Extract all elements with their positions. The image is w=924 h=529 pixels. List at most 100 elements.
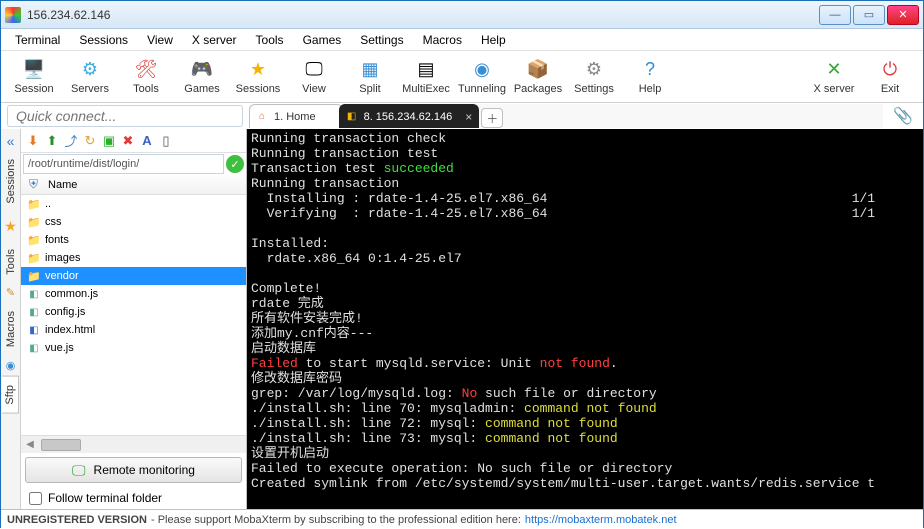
menu-sessions[interactable]: Sessions bbox=[71, 31, 136, 49]
side-tab-sessions[interactable]: Sessions bbox=[3, 151, 19, 212]
packages-button[interactable]: 📦Packages bbox=[511, 54, 565, 100]
quick-connect-input[interactable] bbox=[7, 105, 243, 127]
tab-close-icon[interactable]: × bbox=[465, 110, 472, 124]
star-icon[interactable]: ★ bbox=[4, 214, 17, 239]
quick-row: ⌂ 1. Home ◧ 8. 156.234.62.146 × ＋ 📎 bbox=[1, 103, 923, 129]
sessions-button[interactable]: ★Sessions bbox=[231, 54, 285, 100]
maximize-button[interactable]: ▭ bbox=[853, 5, 885, 25]
exit-button[interactable]: ⏻Exit bbox=[863, 54, 917, 100]
file-row[interactable]: ◧index.html bbox=[21, 321, 246, 339]
file-name: vendor bbox=[45, 270, 79, 282]
servers-button[interactable]: ⚙Servers bbox=[63, 54, 117, 100]
settings-icon: ⚙ bbox=[583, 59, 605, 81]
monitor-icon: 🖵 bbox=[72, 462, 86, 479]
status-link[interactable]: https://mobaxterm.mobatek.net bbox=[525, 514, 677, 526]
split-icon: ▦ bbox=[359, 59, 381, 81]
session-button[interactable]: 🖥️Session bbox=[7, 54, 61, 100]
text-icon[interactable]: A bbox=[139, 133, 155, 149]
refresh-icon[interactable]: ↻ bbox=[82, 133, 98, 149]
tunneling-icon: ◉ bbox=[471, 59, 493, 81]
minimize-button[interactable]: — bbox=[819, 5, 851, 25]
parent-dir-icon[interactable]: ⤴ bbox=[63, 133, 79, 149]
file-row[interactable]: 📁 vendor bbox=[21, 267, 246, 285]
status-bar: UNREGISTERED VERSION - Please support Mo… bbox=[1, 509, 923, 529]
tools-button[interactable]: 🛠Tools bbox=[119, 54, 173, 100]
multiexec-button[interactable]: ▤MultiExec bbox=[399, 54, 453, 100]
file-row[interactable]: ◧vue.js bbox=[21, 339, 246, 357]
menu-help[interactable]: Help bbox=[473, 31, 514, 49]
sftp-path-input[interactable] bbox=[23, 154, 224, 174]
home-icon: ⌂ bbox=[256, 111, 268, 123]
file-row[interactable]: 📁fonts bbox=[21, 231, 246, 249]
file-row[interactable]: 📁css bbox=[21, 213, 246, 231]
settings-button[interactable]: ⚙Settings bbox=[567, 54, 621, 100]
horizontal-scrollbar[interactable]: ◀ bbox=[21, 435, 246, 453]
close-button[interactable]: ✕ bbox=[887, 5, 919, 25]
games-icon: 🎮 bbox=[191, 59, 213, 81]
folder-up-icon: 📁 bbox=[27, 198, 41, 211]
upload-icon[interactable]: ⬆ bbox=[44, 133, 60, 149]
new-folder-icon[interactable]: ▣ bbox=[101, 133, 117, 149]
session-icon: 🖥️ bbox=[23, 59, 45, 81]
menu-terminal[interactable]: Terminal bbox=[7, 31, 68, 49]
scroll-left-icon[interactable]: ◀ bbox=[21, 439, 39, 450]
side-rail: « Sessions ★ Tools ✎ Macros ◉ Sftp bbox=[1, 129, 21, 509]
delete-icon[interactable]: ✖ bbox=[120, 133, 136, 149]
file-row[interactable]: 📁.. bbox=[21, 195, 246, 213]
side-tab-tools[interactable]: Tools bbox=[3, 241, 19, 283]
file-row[interactable]: ◧ config.js bbox=[21, 303, 246, 321]
file-name: css bbox=[45, 216, 62, 228]
games-button[interactable]: 🎮Games bbox=[175, 54, 229, 100]
menu-settings[interactable]: Settings bbox=[352, 31, 411, 49]
toolbar: 🖥️Session ⚙Servers 🛠Tools 🎮Games ★Sessio… bbox=[1, 51, 923, 103]
folder-icon: 📁 bbox=[27, 270, 41, 283]
edit-icon[interactable]: ▯ bbox=[158, 133, 174, 149]
js-file-icon: ◧ bbox=[27, 343, 41, 354]
window-title: 156.234.62.146 bbox=[27, 8, 819, 22]
menu-games[interactable]: Games bbox=[295, 31, 350, 49]
path-ok-icon: ✓ bbox=[226, 155, 244, 173]
remote-monitoring-button[interactable]: 🖵 Remote monitoring bbox=[25, 457, 242, 483]
menu-macros[interactable]: Macros bbox=[415, 31, 470, 49]
side-tab-macros[interactable]: Macros bbox=[3, 303, 19, 355]
split-button[interactable]: ▦Split bbox=[343, 54, 397, 100]
menu-tools[interactable]: Tools bbox=[248, 31, 292, 49]
menu-xserver[interactable]: X server bbox=[184, 31, 245, 49]
follow-terminal-checkbox[interactable] bbox=[29, 492, 42, 505]
servers-icon: ⚙ bbox=[79, 59, 101, 81]
status-message: - Please support MobaXterm by subscribin… bbox=[151, 514, 521, 526]
file-row[interactable]: 📁images bbox=[21, 249, 246, 267]
tunneling-button[interactable]: ◉Tunneling bbox=[455, 54, 509, 100]
collapse-icon[interactable]: « bbox=[7, 133, 15, 149]
sftp-panel: ⬇ ⬆ ⤴ ↻ ▣ ✖ A ▯ ✓ ⛨ Name 📁..📁css📁fonts📁i… bbox=[21, 129, 247, 509]
view-button[interactable]: 🖵View bbox=[287, 54, 341, 100]
sftp-toolbar: ⬇ ⬆ ⤴ ↻ ▣ ✖ A ▯ bbox=[21, 129, 246, 153]
download-icon[interactable]: ⬇ bbox=[25, 133, 41, 149]
file-name: config.js bbox=[45, 306, 85, 318]
side-tab-sftp[interactable]: Sftp bbox=[2, 376, 19, 414]
menu-view[interactable]: View bbox=[139, 31, 181, 49]
file-name: images bbox=[45, 252, 80, 264]
file-row[interactable]: ◧common.js bbox=[21, 285, 246, 303]
tab-active-session[interactable]: ◧ 8. 156.234.62.146 × bbox=[339, 104, 480, 128]
help-button[interactable]: ?Help bbox=[623, 54, 677, 100]
globe-icon[interactable]: ◉ bbox=[6, 357, 16, 374]
paperclip-icon[interactable]: 📎 bbox=[889, 106, 917, 126]
folder-icon: 📁 bbox=[27, 234, 41, 247]
file-name: .. bbox=[45, 198, 51, 210]
tab-home[interactable]: ⌂ 1. Home bbox=[249, 104, 343, 128]
js-file-icon: ◧ bbox=[27, 307, 41, 318]
xserver-button[interactable]: ✕X server bbox=[807, 54, 861, 100]
follow-terminal-label: Follow terminal folder bbox=[48, 491, 162, 505]
titlebar: 156.234.62.146 — ▭ ✕ bbox=[1, 1, 923, 29]
file-header: ⛨ Name bbox=[21, 175, 246, 195]
pencil-icon[interactable]: ✎ bbox=[6, 284, 15, 301]
name-column[interactable]: Name bbox=[42, 179, 83, 191]
tab-add-button[interactable]: ＋ bbox=[481, 108, 503, 128]
tools-icon: 🛠 bbox=[135, 59, 157, 81]
scroll-thumb[interactable] bbox=[41, 439, 81, 451]
html-file-icon: ◧ bbox=[27, 325, 41, 336]
follow-terminal-row: Follow terminal folder bbox=[21, 487, 246, 509]
terminal-output[interactable]: Running transaction check Running transa… bbox=[247, 129, 923, 509]
tab-strip: ⌂ 1. Home ◧ 8. 156.234.62.146 × ＋ bbox=[249, 104, 883, 128]
